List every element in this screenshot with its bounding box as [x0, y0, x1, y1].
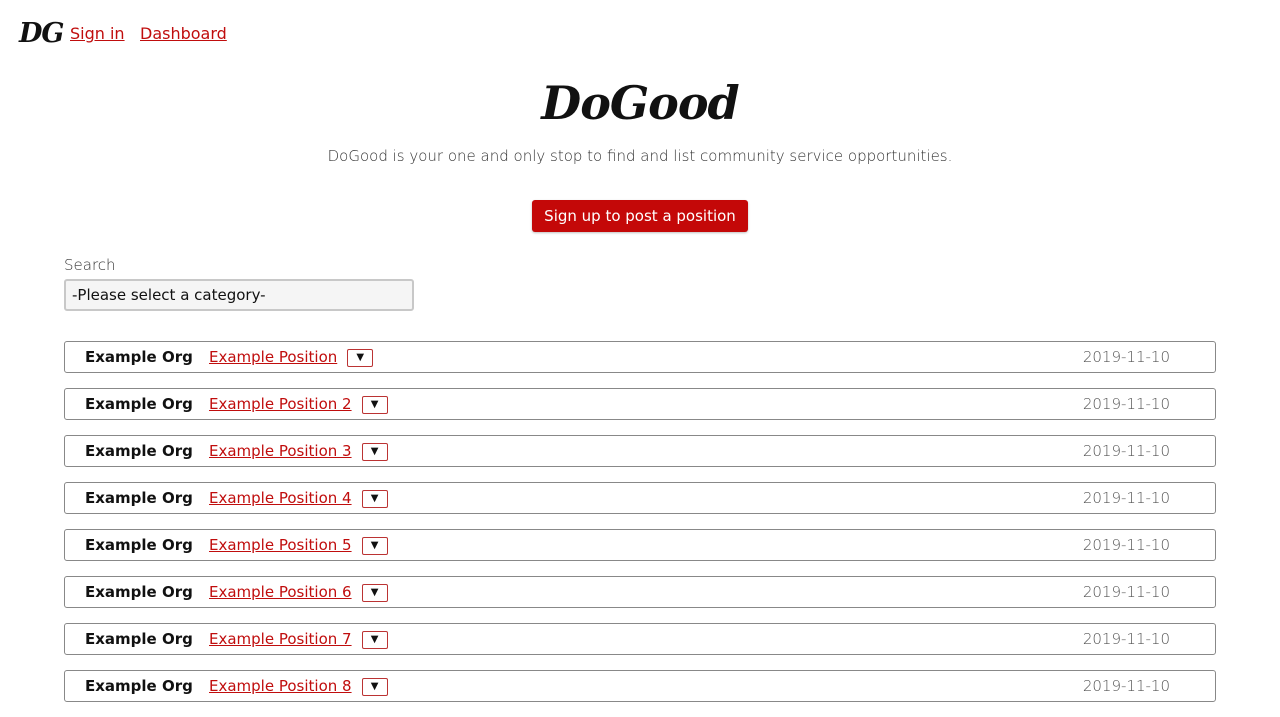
position-row: Example Org Example Position 8 ▼ 2019-11… — [64, 670, 1216, 702]
sign-in-link[interactable]: Sign in — [70, 24, 125, 44]
position-link[interactable]: Example Position 5 — [209, 535, 352, 555]
positions-list: Example Org Example Position ▼ 2019-11-1… — [64, 341, 1216, 717]
posted-date: 2019-11-10 — [1082, 677, 1170, 695]
top-nav: DG Sign in Dashboard — [0, 0, 1280, 68]
page-title: DoGood — [541, 76, 739, 130]
position-link[interactable]: Example Position 6 — [209, 582, 352, 602]
org-name: Example Org — [85, 583, 193, 601]
position-row: Example Org Example Position 7 ▼ 2019-11… — [64, 623, 1216, 655]
search-label: Search — [64, 256, 116, 274]
posted-date: 2019-11-10 — [1082, 630, 1170, 648]
posted-date: 2019-11-10 — [1082, 583, 1170, 601]
expand-toggle-icon[interactable]: ▼ — [361, 584, 388, 602]
posted-date: 2019-11-10 — [1082, 489, 1170, 507]
org-name: Example Org — [85, 536, 193, 554]
expand-toggle-icon[interactable]: ▼ — [361, 678, 388, 696]
posted-date: 2019-11-10 — [1082, 536, 1170, 554]
position-link[interactable]: Example Position 3 — [209, 441, 352, 461]
org-name: Example Org — [85, 630, 193, 648]
position-row: Example Org Example Position 3 ▼ 2019-11… — [64, 435, 1216, 467]
logo[interactable]: DG — [19, 16, 64, 52]
org-name: Example Org — [85, 442, 193, 460]
position-row: Example Org Example Position 2 ▼ 2019-11… — [64, 388, 1216, 420]
sign-up-post-position-button[interactable]: Sign up to post a position — [532, 200, 748, 232]
posted-date: 2019-11-10 — [1082, 442, 1170, 460]
position-row: Example Org Example Position ▼ 2019-11-1… — [64, 341, 1216, 373]
expand-toggle-icon[interactable]: ▼ — [361, 631, 388, 649]
position-link[interactable]: Example Position 2 — [209, 394, 352, 414]
org-name: Example Org — [85, 395, 193, 413]
position-link[interactable]: Example Position 4 — [209, 488, 352, 508]
expand-toggle-icon[interactable]: ▼ — [361, 490, 388, 508]
position-row: Example Org Example Position 6 ▼ 2019-11… — [64, 576, 1216, 608]
position-row: Example Org Example Position 4 ▼ 2019-11… — [64, 482, 1216, 514]
org-name: Example Org — [85, 677, 193, 695]
position-link[interactable]: Example Position 8 — [209, 676, 352, 696]
dashboard-link[interactable]: Dashboard — [140, 24, 227, 44]
expand-toggle-icon[interactable]: ▼ — [347, 349, 374, 367]
posted-date: 2019-11-10 — [1082, 395, 1170, 413]
posted-date: 2019-11-10 — [1082, 348, 1170, 366]
org-name: Example Org — [85, 348, 193, 366]
expand-toggle-icon[interactable]: ▼ — [361, 443, 388, 461]
page-subtitle: DoGood is your one and only stop to find… — [327, 147, 953, 165]
position-row: Example Org Example Position 5 ▼ 2019-11… — [64, 529, 1216, 561]
position-link[interactable]: Example Position 7 — [209, 629, 352, 649]
expand-toggle-icon[interactable]: ▼ — [361, 396, 388, 414]
org-name: Example Org — [85, 489, 193, 507]
position-link[interactable]: Example Position — [209, 347, 337, 367]
expand-toggle-icon[interactable]: ▼ — [361, 537, 388, 555]
category-select[interactable]: -Please select a category- — [64, 279, 414, 311]
